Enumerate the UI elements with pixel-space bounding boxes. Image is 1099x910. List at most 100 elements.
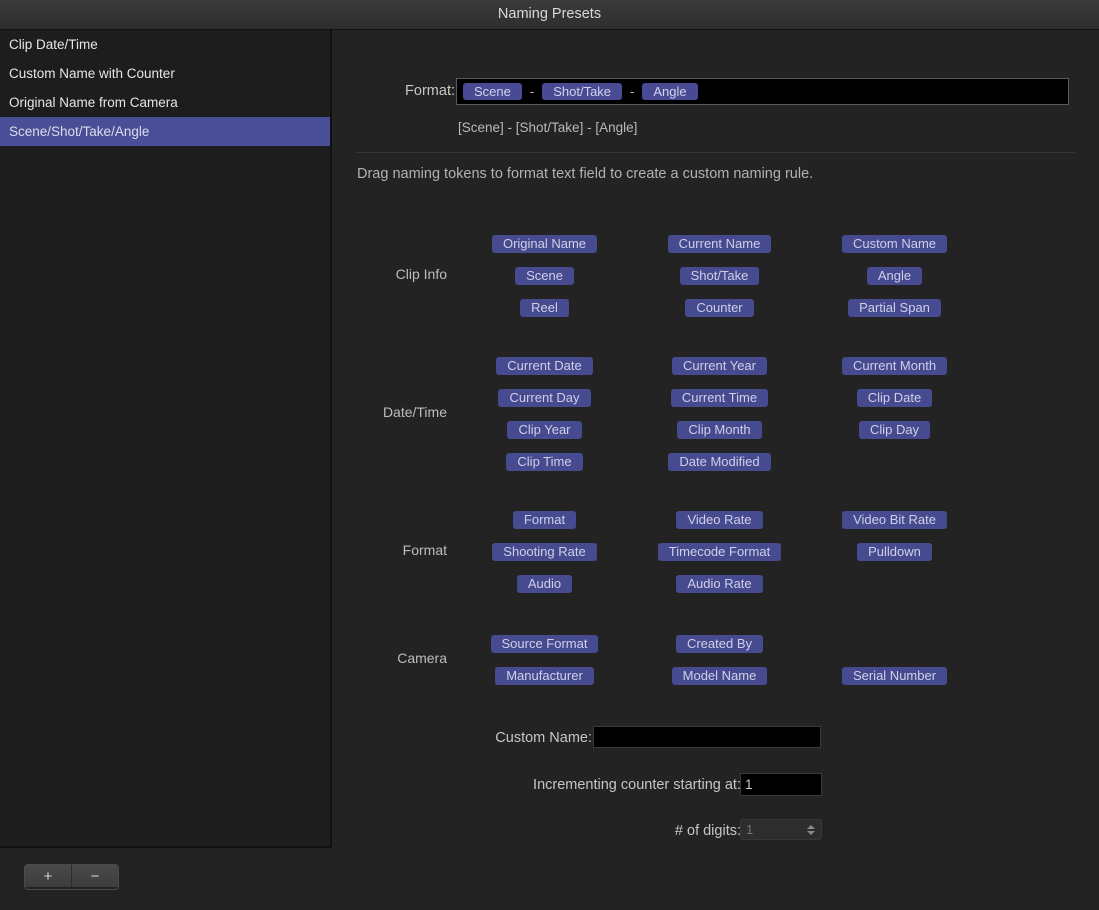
stepper-arrows-icon[interactable] xyxy=(806,820,816,839)
preset-list-item[interactable]: Scene/Shot/Take/Angle xyxy=(0,117,330,146)
naming-token[interactable]: Serial Number xyxy=(842,667,947,685)
token-row: Reel Counter Partial Span xyxy=(457,292,982,324)
token-cell: Scene xyxy=(457,267,632,285)
naming-token[interactable]: Audio Rate xyxy=(676,575,762,593)
format-separator: - xyxy=(522,84,542,99)
section-divider xyxy=(356,152,1075,153)
naming-token[interactable]: Manufacturer xyxy=(495,667,594,685)
token-section-label: Format xyxy=(332,542,447,558)
naming-token[interactable]: Timecode Format xyxy=(658,543,781,561)
token-cell: Counter xyxy=(632,299,807,317)
token-cell: Source Format xyxy=(457,635,632,653)
dialog-footer: + − Cancel OK xyxy=(0,848,1099,910)
preset-item-label: Custom Name with Counter xyxy=(9,66,175,81)
naming-token[interactable]: Clip Day xyxy=(859,421,930,439)
digits-stepper[interactable]: 1 xyxy=(740,819,822,840)
format-token-list: Scene-Shot/Take-Angle xyxy=(457,79,698,104)
arrow-up-icon[interactable] xyxy=(807,825,815,829)
add-preset-button[interactable]: + xyxy=(25,865,72,887)
naming-token[interactable]: Shot/Take xyxy=(680,267,760,285)
preset-list-item[interactable]: Clip Date/Time xyxy=(0,30,330,59)
naming-token[interactable]: Source Format xyxy=(491,635,599,653)
arrow-down-icon[interactable] xyxy=(807,831,815,835)
naming-token[interactable]: Clip Time xyxy=(506,453,582,471)
naming-token[interactable]: Model Name xyxy=(672,667,768,685)
preset-item-label: Original Name from Camera xyxy=(9,95,178,110)
format-field-token[interactable]: Angle xyxy=(642,83,697,100)
token-cell: Current Name xyxy=(632,235,807,253)
naming-token[interactable]: Video Bit Rate xyxy=(842,511,947,529)
token-section: CameraSource FormatCreated ByManufacture… xyxy=(332,628,1099,692)
counter-start-label: Incrementing counter starting at: xyxy=(342,777,741,793)
token-grid: Format Video Rate Video Bit Rate Shooting R… xyxy=(457,504,982,600)
token-row: Current Day Current Time Clip Date xyxy=(457,382,982,414)
token-cell: Current Day xyxy=(457,389,632,407)
naming-token[interactable]: Angle xyxy=(867,267,922,285)
token-cell xyxy=(807,635,982,653)
token-section: Format Format Video Rate Video Bit Rate Shoo… xyxy=(332,504,1099,600)
naming-token[interactable]: Current Year xyxy=(672,357,767,375)
format-separator: - xyxy=(622,84,642,99)
window-title: Naming Presets xyxy=(0,0,1099,29)
format-text-field[interactable]: Scene-Shot/Take-Angle xyxy=(456,78,1069,105)
format-field-token[interactable]: Shot/Take xyxy=(542,83,622,100)
naming-token[interactable]: Counter xyxy=(685,299,753,317)
naming-token[interactable]: Format xyxy=(513,511,576,529)
naming-token[interactable]: Clip Month xyxy=(677,421,761,439)
token-cell: Current Year xyxy=(632,357,807,375)
custom-name-input[interactable] xyxy=(593,726,821,748)
naming-token[interactable]: Shooting Rate xyxy=(492,543,596,561)
preset-item-label: Scene/Shot/Take/Angle xyxy=(9,124,149,139)
digits-value: 1 xyxy=(746,820,753,839)
naming-token[interactable]: Current Name xyxy=(668,235,772,253)
token-cell: Current Date xyxy=(457,357,632,375)
token-cell: Shooting Rate xyxy=(457,543,632,561)
naming-token[interactable]: Current Date xyxy=(496,357,592,375)
token-section: Clip InfoOriginal NameCurrent NameCustom… xyxy=(332,228,1099,324)
naming-token[interactable]: Date Modified xyxy=(668,453,770,471)
preset-item-label: Clip Date/Time xyxy=(9,37,98,52)
token-cell: Clip Time xyxy=(457,453,632,471)
token-cell: Date Modified xyxy=(632,453,807,471)
token-cell: Original Name xyxy=(457,235,632,253)
add-remove-group[interactable]: + − xyxy=(24,864,119,890)
naming-token[interactable]: Pulldown xyxy=(857,543,932,561)
token-cell: Clip Month xyxy=(632,421,807,439)
token-cell: Pulldown xyxy=(807,543,982,561)
preset-list-item[interactable]: Original Name from Camera xyxy=(0,88,330,117)
naming-token[interactable]: Scene xyxy=(515,267,574,285)
token-cell: Created By xyxy=(632,635,807,653)
naming-token[interactable]: Current Day xyxy=(498,389,590,407)
presets-list[interactable]: Clip Date/Time Custom Name with Counter Or… xyxy=(0,30,332,848)
remove-preset-button[interactable]: − xyxy=(72,865,118,887)
window-titlebar: Naming Presets xyxy=(0,0,1099,30)
token-cell: Model Name xyxy=(632,667,807,685)
custom-name-label: Custom Name: xyxy=(342,730,592,746)
naming-token[interactable]: Created By xyxy=(676,635,763,653)
preset-list-item[interactable]: Custom Name with Counter xyxy=(0,59,330,88)
token-section-label: Date/Time xyxy=(332,404,447,420)
naming-token[interactable]: Current Time xyxy=(671,389,768,407)
naming-token[interactable]: Clip Date xyxy=(857,389,932,407)
token-row: Current Date Current Year Current Month xyxy=(457,350,982,382)
drag-hint-text: Drag naming tokens to format text field … xyxy=(357,166,813,182)
format-field-token[interactable]: Scene xyxy=(463,83,522,100)
token-row: Original Name Current Name Custom Name xyxy=(457,228,982,260)
naming-token[interactable]: Video Rate xyxy=(676,511,762,529)
naming-token[interactable]: Audio xyxy=(517,575,572,593)
token-cell: Current Time xyxy=(632,389,807,407)
counter-start-input[interactable]: 1 xyxy=(740,773,822,796)
naming-token[interactable]: Partial Span xyxy=(848,299,941,317)
token-row: Manufacturer Model Name Serial Number xyxy=(457,660,982,692)
token-cell: Reel xyxy=(457,299,632,317)
token-cell: Shot/Take xyxy=(632,267,807,285)
token-cell: Partial Span xyxy=(807,299,982,317)
naming-token[interactable]: Custom Name xyxy=(842,235,947,253)
token-cell: Angle xyxy=(807,267,982,285)
token-cell: Clip Year xyxy=(457,421,632,439)
naming-token[interactable]: Current Month xyxy=(842,357,947,375)
naming-token[interactable]: Original Name xyxy=(492,235,597,253)
naming-token[interactable]: Clip Year xyxy=(507,421,581,439)
format-preview-text: [Scene] - [Shot/Take] - [Angle] xyxy=(458,120,637,135)
naming-token[interactable]: Reel xyxy=(520,299,569,317)
